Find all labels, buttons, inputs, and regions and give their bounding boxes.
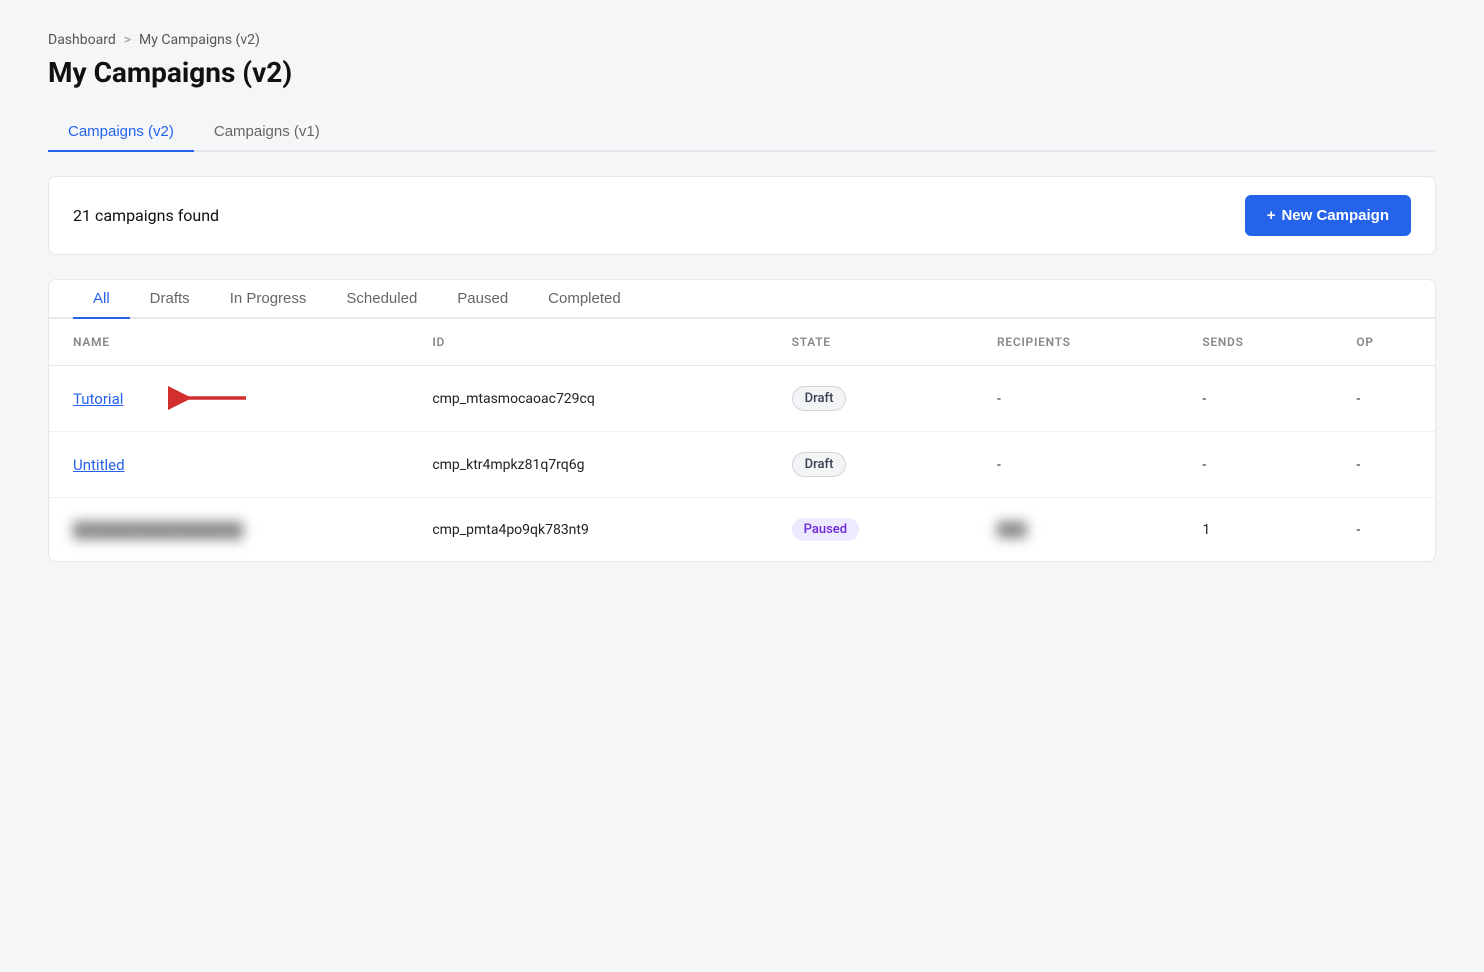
campaigns-count: 21 campaigns found [73, 206, 219, 225]
table-cell-recipients: ███ [973, 498, 1178, 562]
main-table-area: All Drafts In Progress Scheduled Paused … [48, 279, 1436, 562]
filter-tab-all[interactable]: All [73, 280, 130, 319]
table-cell-sends: - [1178, 366, 1332, 432]
col-header-recipients: RECIPIENTS [973, 319, 1178, 366]
campaigns-table: NAME ID STATE RECIPIENTS SENDS OP Tutori… [49, 319, 1435, 561]
campaign-link-untitled[interactable]: Untitled [73, 456, 125, 474]
table-cell-op: - [1332, 366, 1435, 432]
table-cell-op: - [1332, 432, 1435, 498]
filter-tabs: All Drafts In Progress Scheduled Paused … [49, 280, 1435, 319]
table-cell-sends: 1 [1178, 498, 1332, 562]
table-row: Tutorial cm [49, 366, 1435, 432]
breadcrumb-home[interactable]: Dashboard [48, 32, 116, 48]
table-cell-name: ████████████████ [49, 498, 408, 562]
red-arrow-annotation [168, 380, 248, 416]
table-cell-name: Tutorial [49, 366, 408, 432]
col-header-sends: SENDS [1178, 319, 1332, 366]
breadcrumb-separator: > [124, 32, 131, 48]
blurred-recipients: ███ [997, 522, 1027, 538]
version-tabs: Campaigns (v2) Campaigns (v1) [48, 113, 1436, 152]
table-cell-state: Draft [768, 366, 973, 432]
table-row: ████████████████ cmp_pmta4po9qk783nt9 Pa… [49, 498, 1435, 562]
table-cell-sends: - [1178, 432, 1332, 498]
state-badge-draft: Draft [792, 452, 847, 477]
filter-tab-in-progress[interactable]: In Progress [210, 280, 327, 319]
col-header-name: NAME [49, 319, 408, 366]
page-container: Dashboard > My Campaigns (v2) My Campaig… [0, 0, 1484, 972]
page-title: My Campaigns (v2) [48, 56, 1436, 89]
table-cell-name: Untitled [49, 432, 408, 498]
filter-tab-scheduled[interactable]: Scheduled [326, 280, 437, 319]
tab-campaigns-v2[interactable]: Campaigns (v2) [48, 113, 194, 152]
col-header-id: ID [408, 319, 767, 366]
toolbar: 21 campaigns found + New Campaign [48, 176, 1436, 255]
table-cell-recipients: - [973, 366, 1178, 432]
table-cell-id: cmp_ktr4mpkz81q7rq6g [408, 432, 767, 498]
table-header-row: NAME ID STATE RECIPIENTS SENDS OP [49, 319, 1435, 366]
campaign-link-blurred[interactable]: ████████████████ [73, 521, 243, 539]
state-badge-draft: Draft [792, 386, 847, 411]
new-campaign-label: New Campaign [1281, 207, 1389, 224]
table-cell-op: - [1332, 498, 1435, 562]
campaign-link-tutorial[interactable]: Tutorial [73, 390, 123, 408]
filter-tab-paused[interactable]: Paused [437, 280, 528, 319]
col-header-state: STATE [768, 319, 973, 366]
filter-tab-drafts[interactable]: Drafts [130, 280, 210, 319]
filter-tab-completed[interactable]: Completed [528, 280, 641, 319]
table-row: Untitled cmp_ktr4mpkz81q7rq6g Draft - - … [49, 432, 1435, 498]
breadcrumb-current: My Campaigns (v2) [139, 32, 260, 48]
table-cell-id: cmp_pmta4po9qk783nt9 [408, 498, 767, 562]
tab-campaigns-v1[interactable]: Campaigns (v1) [194, 113, 340, 152]
table-cell-id: cmp_mtasmocaoac729cq [408, 366, 767, 432]
breadcrumb: Dashboard > My Campaigns (v2) [48, 32, 1436, 48]
state-badge-paused: Paused [792, 518, 859, 541]
new-campaign-button[interactable]: + New Campaign [1245, 195, 1411, 236]
table-cell-state: Paused [768, 498, 973, 562]
table-cell-recipients: - [973, 432, 1178, 498]
col-header-op: OP [1332, 319, 1435, 366]
table-cell-state: Draft [768, 432, 973, 498]
plus-icon: + [1267, 207, 1276, 224]
